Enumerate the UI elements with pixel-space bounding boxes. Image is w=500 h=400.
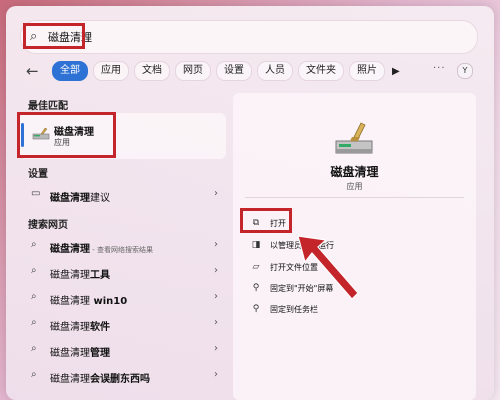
- chevron-right-icon: ›: [214, 317, 218, 328]
- search-icon: ⌕: [31, 291, 37, 302]
- web-result-item[interactable]: ⌕ 磁盘清理管理 ›: [20, 339, 226, 361]
- folder-icon: ▱: [252, 262, 260, 272]
- back-arrow-icon[interactable]: ←: [26, 62, 46, 80]
- web-result-suffix: win10: [90, 296, 128, 307]
- play-icon[interactable]: ▶: [392, 66, 400, 77]
- settings-heading: 设置: [28, 169, 48, 180]
- action-label: 以管理员身份运行: [270, 240, 334, 250]
- search-icon: ⌕: [31, 239, 37, 250]
- action-pin-to-start[interactable]: ⚲ 固定到"开始"屏幕: [250, 280, 334, 296]
- chevron-right-icon: ›: [214, 369, 218, 380]
- web-search-heading: 搜索网页: [28, 220, 68, 231]
- chevron-right-icon: ›: [214, 291, 218, 302]
- search-icon: ⌕: [31, 265, 37, 276]
- filter-bar: ← 全部 应用 文档 网页 设置 人员 文件夹 照片 ▶: [26, 61, 400, 81]
- web-result-item[interactable]: ⌕ 磁盘清理工具 ›: [20, 261, 226, 283]
- web-result-query: 磁盘清理: [50, 374, 90, 385]
- web-result-suffix: 会误删东西吗: [90, 374, 150, 385]
- admin-shield-icon: ◨: [251, 240, 261, 250]
- action-label: 固定到任务栏: [270, 304, 318, 314]
- action-label: 固定到"开始"屏幕: [270, 283, 334, 293]
- search-bar[interactable]: ⌕ 磁盘清理: [20, 20, 478, 54]
- filter-photos[interactable]: 照片: [349, 61, 385, 81]
- app-detail-pane: 磁盘清理 应用 ⧉ 打开 ◨ 以管理员身份运行 ▱ 打开文件位置 ⚲ 固定到"开…: [233, 93, 476, 400]
- app-title: 磁盘清理: [330, 165, 379, 179]
- chevron-right-icon: ›: [214, 239, 218, 250]
- best-match-heading: 最佳匹配: [28, 101, 68, 112]
- web-result-suffix: 工具: [90, 270, 110, 281]
- more-options-icon[interactable]: ···: [433, 63, 446, 74]
- web-result-query: 磁盘清理: [50, 348, 90, 359]
- divider: [245, 197, 464, 198]
- action-pin-to-taskbar[interactable]: ⚲ 固定到任务栏: [250, 301, 318, 317]
- filter-settings[interactable]: 设置: [216, 61, 252, 81]
- chevron-right-icon: ›: [214, 265, 218, 276]
- filter-apps[interactable]: 应用: [93, 61, 129, 81]
- web-result-item[interactable]: ⌕ 磁盘清理会误删东西吗 ›: [20, 365, 226, 387]
- app-type: 应用: [346, 182, 363, 191]
- filter-all[interactable]: 全部: [52, 61, 88, 81]
- search-icon: ⌕: [31, 317, 37, 328]
- web-result-hint: - 查看网络搜索结果: [90, 246, 153, 254]
- settings-result-bold: 磁盘清理: [50, 193, 90, 204]
- chevron-right-icon: ›: [214, 343, 218, 354]
- web-result-query: 磁盘清理: [50, 270, 90, 281]
- search-icon: ⌕: [31, 343, 37, 354]
- settings-result-item[interactable]: ▭ 磁盘清理建议 ›: [20, 184, 226, 206]
- pin-icon: ⚲: [252, 283, 260, 293]
- filter-people[interactable]: 人员: [257, 61, 293, 81]
- web-result-item[interactable]: ⌕ 磁盘清理 - 查看网络搜索结果 ›: [20, 235, 226, 257]
- web-result-suffix: 管理: [90, 348, 110, 359]
- filter-documents[interactable]: 文档: [134, 61, 170, 81]
- avatar[interactable]: Y: [457, 63, 473, 79]
- open-action-highlight-box: [240, 208, 292, 233]
- filter-folders[interactable]: 文件夹: [298, 61, 344, 81]
- web-result-item[interactable]: ⌕ 磁盘清理软件 ›: [20, 313, 226, 335]
- web-result-suffix: 软件: [90, 322, 110, 333]
- search-icon: ⌕: [31, 369, 37, 380]
- drive-icon: ▭: [31, 188, 41, 199]
- web-result-query: 磁盘清理: [50, 322, 90, 333]
- action-run-as-admin[interactable]: ◨ 以管理员身份运行: [250, 237, 334, 253]
- disk-cleanup-icon: [335, 122, 373, 154]
- web-result-item[interactable]: ⌕ 磁盘清理 win10 ›: [20, 287, 226, 309]
- settings-result-rest: 建议: [90, 193, 110, 204]
- pin-icon: ⚲: [252, 304, 260, 314]
- web-result-bold: 磁盘清理: [50, 244, 90, 255]
- chevron-right-icon: ›: [214, 188, 218, 199]
- filter-web[interactable]: 网页: [175, 61, 211, 81]
- search-highlight-box: [23, 23, 85, 49]
- action-open-file-location[interactable]: ▱ 打开文件位置: [250, 259, 318, 275]
- web-result-query: 磁盘清理: [50, 296, 90, 307]
- best-match-highlight-box: [17, 112, 116, 158]
- action-label: 打开文件位置: [270, 262, 318, 272]
